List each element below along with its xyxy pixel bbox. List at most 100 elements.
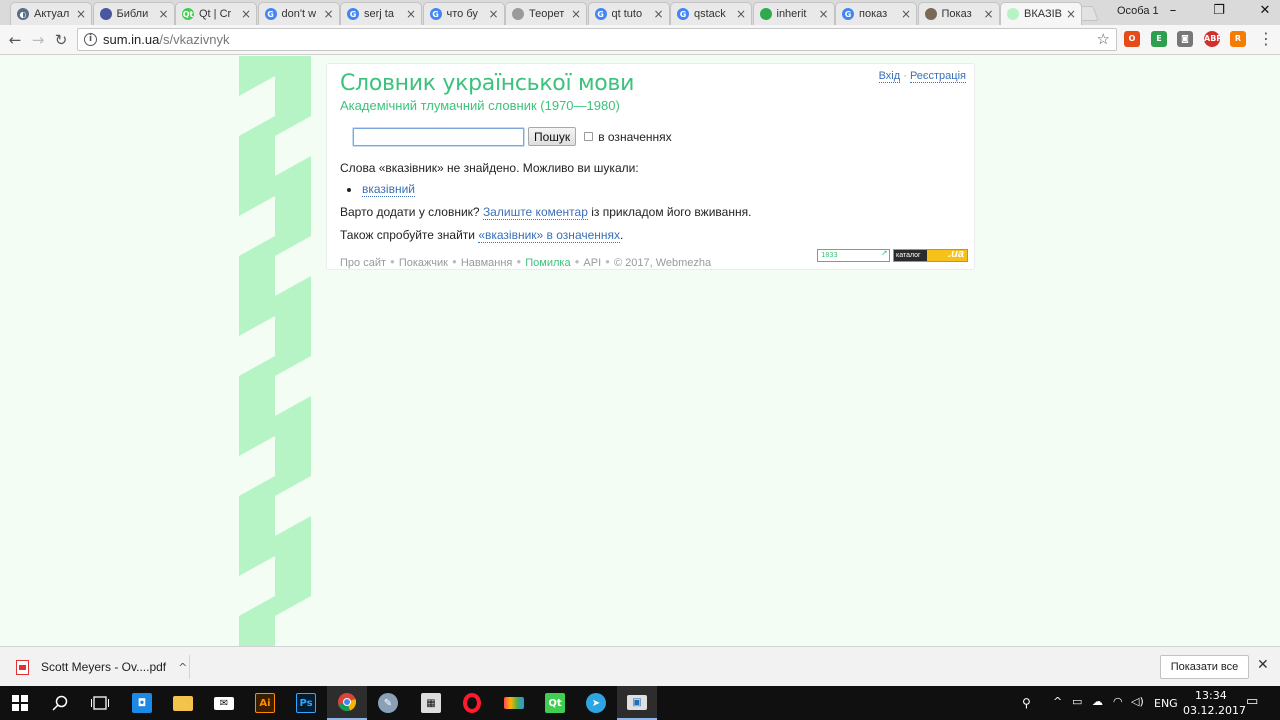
browser-tab[interactable]: Показ × bbox=[917, 2, 1000, 25]
browser-tab[interactable]: Gпоказ × bbox=[835, 2, 917, 25]
tab-close-icon[interactable]: × bbox=[488, 7, 500, 21]
tab-close-icon[interactable]: × bbox=[240, 7, 252, 21]
illustrator-icon[interactable]: Ai bbox=[245, 686, 285, 720]
footer-about-link[interactable]: Про сайт bbox=[340, 257, 386, 269]
search-button[interactable]: Пошук bbox=[528, 127, 577, 146]
search-in-definitions-checkbox[interactable] bbox=[584, 132, 594, 141]
opera-icon[interactable] bbox=[452, 686, 492, 720]
feed-extension-icon[interactable]: R bbox=[1230, 31, 1246, 47]
tab-label: Актуал bbox=[34, 8, 70, 20]
screenshot-extension-icon[interactable]: ◙ bbox=[1177, 31, 1193, 47]
browser-tab[interactable]: Теорет × bbox=[505, 2, 587, 25]
suggestion-link[interactable]: вказівний bbox=[362, 182, 416, 197]
tab-label: Qt | Cr bbox=[199, 8, 232, 20]
people-icon[interactable]: ⚲ bbox=[1022, 696, 1031, 710]
footer-random-link[interactable]: Навмання bbox=[461, 257, 513, 269]
list-item: вказівний bbox=[347, 182, 416, 197]
calculator-icon[interactable]: ▦ bbox=[411, 686, 451, 720]
chrome-icon[interactable] bbox=[327, 686, 367, 720]
download-item[interactable]: Scott Meyers - Ov....pdf ^ bbox=[12, 655, 190, 679]
equalizer-app-icon[interactable] bbox=[494, 686, 534, 720]
browser-tab[interactable]: Qt Qt | Cr × bbox=[175, 2, 257, 25]
footer-error-link[interactable]: Помилка bbox=[525, 257, 570, 269]
browser-tab[interactable]: Gdon't w × bbox=[257, 2, 340, 25]
tab-close-icon[interactable]: × bbox=[983, 7, 995, 21]
clock-date[interactable]: 03.12.2017 bbox=[1183, 704, 1246, 717]
tab-close-icon[interactable]: × bbox=[653, 7, 665, 21]
telegram-icon[interactable]: ➤ bbox=[576, 686, 616, 720]
register-link[interactable]: Реєстрація bbox=[909, 70, 966, 83]
show-all-downloads-button[interactable]: Показати все bbox=[1160, 655, 1249, 679]
tab-favicon-icon bbox=[99, 8, 112, 20]
site-info-icon[interactable]: i bbox=[84, 33, 97, 46]
browser-tab[interactable]: inherit × bbox=[752, 2, 835, 25]
qt-creator-icon[interactable]: Qt bbox=[535, 686, 575, 720]
paint-app-icon[interactable]: ✎ bbox=[368, 686, 408, 720]
windows-start-icon[interactable] bbox=[0, 686, 40, 720]
tab-label: ВКАЗІВ bbox=[1024, 8, 1062, 20]
browser-tab[interactable]: Gqt tuto × bbox=[587, 2, 670, 25]
browser-menu-icon[interactable]: ⋮ bbox=[1258, 29, 1274, 48]
minimize-button[interactable]: – bbox=[1158, 3, 1188, 18]
notifications-icon[interactable]: ▭ bbox=[1246, 694, 1258, 709]
leave-comment-link[interactable]: Залиште коментар bbox=[482, 205, 588, 220]
restore-button[interactable]: ❐ bbox=[1204, 3, 1234, 18]
volume-icon[interactable]: ◁) bbox=[1131, 695, 1144, 708]
office-extension-icon[interactable]: O bbox=[1124, 31, 1140, 47]
tab-close-icon[interactable]: × bbox=[75, 7, 87, 21]
tab-label: don't w bbox=[281, 8, 317, 20]
cloud-icon[interactable]: ☁ bbox=[1092, 695, 1103, 708]
wifi-icon[interactable]: ◠ bbox=[1113, 695, 1123, 708]
profile-button[interactable]: Особа 1 bbox=[1117, 5, 1159, 17]
browser-tab[interactable]: Библи × bbox=[92, 2, 175, 25]
tab-close-icon[interactable]: × bbox=[570, 7, 582, 21]
chevron-up-icon[interactable]: ^ bbox=[1053, 695, 1062, 708]
store-app-icon[interactable]: ◘ bbox=[122, 686, 162, 720]
browser-tab[interactable]: ◐ Актуал × bbox=[10, 2, 92, 25]
footer-api-link[interactable]: API bbox=[583, 257, 601, 269]
adblock-extension-icon[interactable]: ABP bbox=[1204, 31, 1222, 47]
tab-close-icon[interactable]: × bbox=[158, 7, 170, 21]
footer-index-link[interactable]: Покажчик bbox=[399, 257, 448, 269]
close-window-button[interactable]: ✕ bbox=[1250, 3, 1280, 18]
tab-close-icon[interactable]: × bbox=[323, 7, 335, 21]
clock-time[interactable]: 13:34 bbox=[1195, 689, 1227, 702]
search-definitions-link[interactable]: «вказівник» в означеннях bbox=[478, 228, 621, 243]
browser-tab[interactable]: Gqstack × bbox=[670, 2, 752, 25]
photoshop-icon[interactable]: Ps bbox=[286, 686, 326, 720]
address-bar[interactable]: i sum.in.ua/s/vkazivnyk ☆ bbox=[77, 28, 1117, 51]
footer-separator: ● bbox=[516, 257, 522, 266]
login-link[interactable]: Вхід bbox=[878, 70, 901, 83]
task-view-icon[interactable] bbox=[80, 686, 120, 720]
file-explorer-icon[interactable] bbox=[163, 686, 203, 720]
back-arrow-icon[interactable]: ← bbox=[4, 29, 26, 51]
close-icon[interactable]: ✕ bbox=[1257, 657, 1269, 673]
tab-close-icon[interactable]: × bbox=[900, 7, 912, 21]
forward-arrow-icon[interactable]: → bbox=[27, 29, 49, 51]
download-filename[interactable]: Scott Meyers - Ov....pdf bbox=[41, 660, 166, 674]
bookmark-star-icon[interactable]: ☆ bbox=[1097, 30, 1110, 48]
image-viewer-icon[interactable]: ▣ bbox=[617, 686, 657, 720]
tab-close-icon[interactable]: × bbox=[818, 7, 830, 21]
browser-tab[interactable]: Gserj ta × bbox=[340, 2, 422, 25]
catalog-ua-badge[interactable]: каталог .ua bbox=[893, 249, 968, 262]
search-icon[interactable] bbox=[40, 686, 80, 720]
tab-label: qstack bbox=[694, 8, 726, 20]
reload-icon[interactable]: ↻ bbox=[50, 29, 72, 51]
evernote-extension-icon[interactable]: E bbox=[1151, 31, 1167, 47]
search-in-definitions-label[interactable]: в означеннях bbox=[598, 130, 671, 144]
browser-tab[interactable]: ВКАЗІВ × bbox=[1000, 2, 1082, 25]
browser-tab[interactable]: Gчто бу × bbox=[422, 2, 505, 25]
search-input[interactable] bbox=[353, 127, 524, 146]
tab-label: inherit bbox=[776, 8, 807, 20]
visit-counter-badge[interactable]: 1033 ➚ bbox=[817, 249, 890, 262]
counter-value: 1033 bbox=[821, 251, 838, 259]
tab-close-icon[interactable]: × bbox=[405, 7, 417, 21]
mail-icon[interactable]: ✉ bbox=[204, 686, 244, 720]
tab-close-icon[interactable]: × bbox=[1065, 7, 1077, 21]
chevron-up-icon[interactable]: ^ bbox=[178, 661, 187, 674]
tab-close-icon[interactable]: × bbox=[735, 7, 747, 21]
battery-icon[interactable]: ▭ bbox=[1072, 695, 1082, 708]
language-indicator[interactable]: ENG bbox=[1154, 697, 1178, 710]
site-title[interactable]: Словник української мови bbox=[340, 71, 634, 96]
